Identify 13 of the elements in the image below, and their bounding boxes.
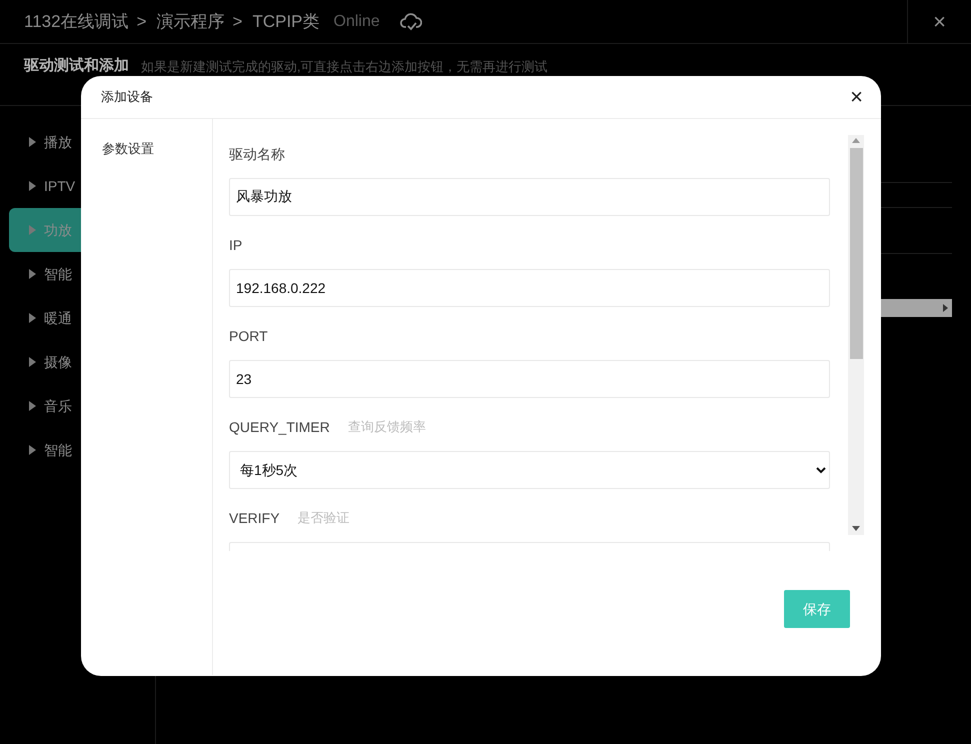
status-text: Online: [334, 12, 380, 32]
field-hint: 是否验证: [298, 509, 350, 528]
section-title: 驱动测试和添加: [24, 58, 129, 74]
field-label: PORT: [229, 326, 268, 346]
breadcrumb-separator: >: [136, 10, 146, 33]
hint-text: 如果是新建测试完成的驱动,可直接点击右边添加按钮，无需再进行测试: [141, 60, 548, 74]
field-label: IP: [229, 236, 242, 254]
breadcrumb-separator: >: [232, 10, 242, 33]
field-label: QUERY_TIMER: [229, 418, 330, 437]
field-label: 驱动名称: [229, 144, 285, 164]
dialog-title: 添加设备: [101, 88, 153, 106]
field-label: VERIFY: [229, 508, 280, 528]
field-hint: 查询反馈频率: [348, 418, 426, 436]
